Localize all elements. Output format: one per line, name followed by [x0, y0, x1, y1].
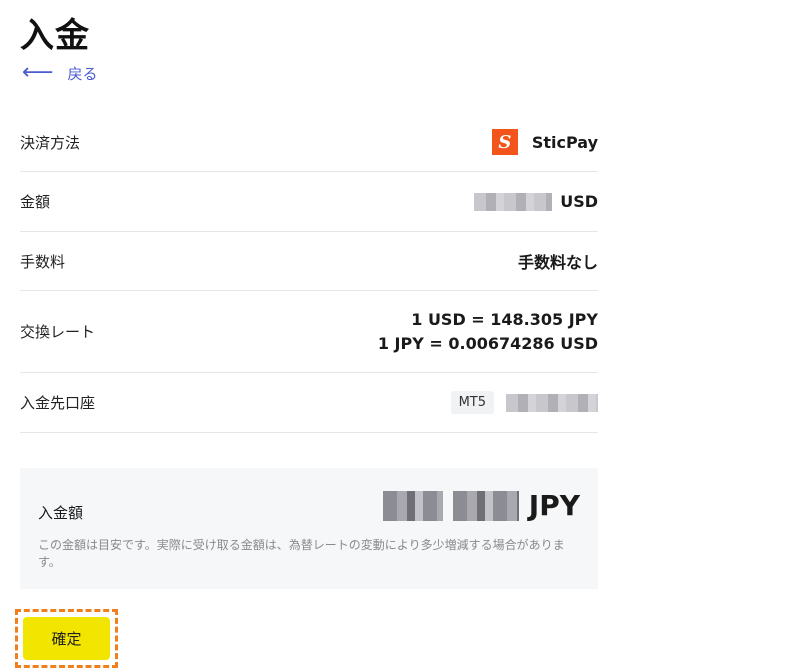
- rate-line-usd-jpy: 1 USD = 148.305 JPY: [411, 309, 598, 329]
- redacted-jpy-part2: [452, 490, 519, 521]
- account-type-badge: MT5: [450, 391, 494, 414]
- back-label: 戻る: [67, 64, 98, 83]
- row-exchange-rate: 交換レート 1 USD = 148.305 JPY 1 JPY = 0.0067…: [20, 291, 598, 373]
- back-link[interactable]: ⟵ 戻る: [22, 62, 98, 84]
- payment-method-name: SticPay: [531, 132, 598, 152]
- rate-line-jpy-usd: 1 JPY = 0.00674286 USD: [377, 333, 598, 353]
- row-deposit-account: 入金先口座 MT5: [20, 373, 598, 433]
- arrow-left-icon: ⟵: [22, 60, 54, 85]
- deposit-summary: 入金額 JPY この金額は目安です。実際に受け取る金額は、為替レートの変動により…: [20, 468, 598, 589]
- exchange-rate-value: 1 USD = 148.305 JPY 1 JPY = 0.00674286 U…: [378, 308, 598, 356]
- fee-value: 手数料なし: [517, 253, 598, 272]
- page-title: 入金: [20, 16, 90, 56]
- summary-amount: JPY: [382, 489, 580, 522]
- amount-currency: USD: [560, 192, 598, 211]
- amount-value: USD: [474, 192, 598, 211]
- summary-top: 入金額 JPY: [38, 488, 580, 523]
- summary-currency: JPY: [528, 489, 580, 522]
- row-amount: 金額 USD: [20, 172, 598, 232]
- payment-method-label: 決済方法: [20, 133, 81, 152]
- row-payment-method: 決済方法 S SticPay: [20, 113, 598, 172]
- deposit-page: 入金 ⟵ 戻る 決済方法 S SticPay 金額 USD 手数料 手数料なし …: [0, 0, 801, 672]
- confirm-button[interactable]: 確定: [23, 617, 110, 660]
- row-fee: 手数料 手数料なし: [20, 232, 598, 291]
- sticpay-logo-icon: S: [491, 129, 518, 155]
- redacted-account-number: [506, 393, 598, 412]
- redacted-amount: [474, 192, 553, 211]
- deposit-account-value: MT5: [450, 391, 598, 414]
- payment-method-value: S SticPay: [491, 129, 598, 155]
- deposit-details: 決済方法 S SticPay 金額 USD 手数料 手数料なし 交換レート 1 …: [20, 113, 598, 433]
- exchange-rate-label: 交換レート: [20, 323, 96, 341]
- summary-label: 入金額: [38, 504, 84, 522]
- amount-label: 金額: [20, 193, 51, 211]
- redacted-jpy-part1: [382, 490, 443, 521]
- deposit-account-label: 入金先口座: [20, 394, 96, 412]
- fee-label: 手数料: [20, 252, 66, 271]
- summary-note: この金額は目安です。実際に受け取る金額は、為替レートの変動により多少増減する場合…: [38, 538, 565, 569]
- confirm-highlight: 確定: [15, 609, 118, 668]
